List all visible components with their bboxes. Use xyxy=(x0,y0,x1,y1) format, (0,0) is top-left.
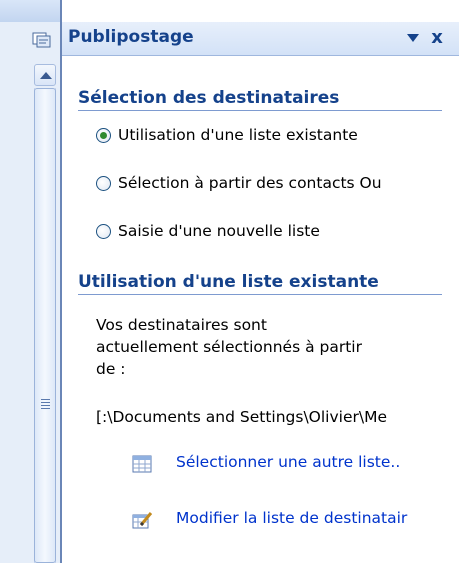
mail-merge-window: Publipostage x Sélection des destinatair… xyxy=(0,0,459,563)
radio-option-label: Saisie d'une nouvelle liste xyxy=(118,222,320,240)
data-source-path: [:\Documents and Settings\Olivier\Me xyxy=(96,408,388,426)
section-divider xyxy=(78,294,442,295)
edit-recipient-list-label: Modifier la liste de destinatair xyxy=(176,509,408,527)
radio-button[interactable] xyxy=(96,176,111,191)
left-scroll-strip xyxy=(0,0,62,563)
pane-title: Publipostage xyxy=(68,27,194,47)
strip-top-band xyxy=(0,0,60,22)
description-line: actuellement sélectionnés à partir xyxy=(96,338,362,356)
scroll-up-button[interactable] xyxy=(34,64,56,86)
edit-list-icon xyxy=(132,512,152,529)
description-line: Vos destinataires sont xyxy=(96,316,267,334)
select-another-list-label: Sélectionner une autre liste.. xyxy=(176,453,401,471)
mail-merge-task-pane: Publipostage x Sélection des destinatair… xyxy=(62,0,459,563)
existing-list-section-heading: Utilisation d'une liste existante xyxy=(78,272,379,292)
radio-dot-icon xyxy=(100,132,107,139)
arrow-up-icon xyxy=(40,72,52,79)
dropdown-arrow-icon[interactable] xyxy=(407,34,419,42)
close-button[interactable]: x xyxy=(429,28,445,48)
scrollbar-grip-icon xyxy=(41,399,50,409)
radio-option-label: Sélection à partir des contacts Ou xyxy=(118,174,382,192)
recipients-description: Vos destinataires sont actuellement séle… xyxy=(96,314,416,380)
title-controls: x xyxy=(385,28,445,50)
radio-button-checked[interactable] xyxy=(96,128,111,143)
recipients-section-heading: Sélection des destinataires xyxy=(78,88,340,108)
description-line: de : xyxy=(96,360,126,378)
radio-button[interactable] xyxy=(96,224,111,239)
scrollbar-thumb[interactable] xyxy=(34,88,56,563)
section-divider xyxy=(78,110,442,111)
pane-titlebar: Publipostage x xyxy=(62,22,459,56)
window-restore-icon[interactable] xyxy=(32,30,52,48)
table-list-icon xyxy=(132,455,152,473)
radio-option-label: Utilisation d'une liste existante xyxy=(118,126,358,144)
